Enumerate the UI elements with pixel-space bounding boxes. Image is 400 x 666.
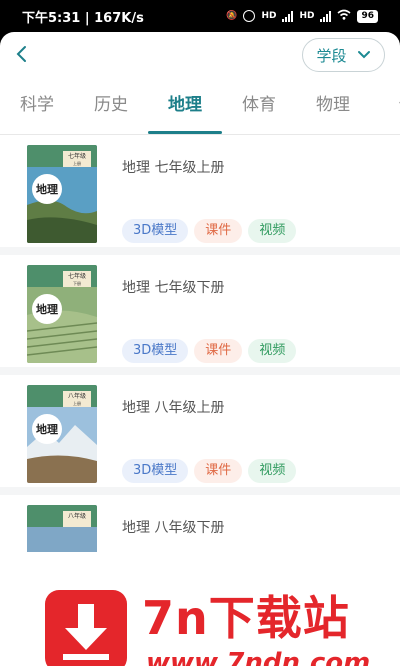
- book-title: 地理 八年级下册: [122, 520, 225, 536]
- cover-grade: 七年级: [68, 152, 86, 160]
- 3d-model-chip[interactable]: 3D模型: [122, 459, 189, 483]
- wifi-icon: [337, 9, 351, 23]
- watermark-overlay: 7n下载站 www.7ndn.com: [0, 552, 400, 666]
- battery-icon: 96: [357, 9, 378, 23]
- cover-subject: 地理: [36, 302, 58, 316]
- tab-geography[interactable]: 地理: [148, 92, 222, 134]
- video-chip[interactable]: 视频: [248, 219, 297, 243]
- tab-science[interactable]: 科学: [0, 92, 74, 134]
- back-icon[interactable]: [10, 42, 34, 66]
- status-time-speed: 下午5:31 | 167K/s: [22, 10, 144, 26]
- tab-pe[interactable]: 体育: [222, 92, 296, 134]
- signal-icon-2: [320, 10, 332, 22]
- subject-tabs: 科学 历史 地理 体育 物理 化: [0, 92, 400, 134]
- book-title: 地理 八年级上册: [122, 400, 225, 416]
- hd-label-2: HD: [299, 11, 315, 21]
- status-bar: 下午5:31 | 167K/s 🔕 HD HD 96: [0, 0, 400, 32]
- book-title: 地理 七年级下册: [122, 280, 225, 296]
- app-screen: 学段 科学 历史 地理 体育 物理 化 七年级 上册: [0, 32, 400, 666]
- list-item[interactable]: 八年级 上册 地理 地理 八年级上册 3D模型 课件 视频: [0, 375, 400, 495]
- cover-grade: 八年级: [68, 392, 86, 400]
- cover-grade: 八年级: [68, 512, 86, 520]
- book-cover: 七年级 下册 地理: [27, 265, 97, 363]
- book-cover: 八年级 上册 地理: [27, 385, 97, 483]
- cover-volume: 上册: [73, 400, 81, 406]
- cover-subject: 地理: [36, 422, 58, 436]
- tab-chemistry[interactable]: 化: [370, 92, 400, 134]
- hd-label-1: HD: [261, 11, 277, 21]
- header: 学段: [0, 32, 400, 82]
- 3d-model-chip[interactable]: 3D模型: [122, 339, 189, 363]
- courseware-chip[interactable]: 课件: [194, 339, 243, 363]
- list-item[interactable]: 七年级 上册 地理 地理 七年级上册 3D模型 课件 视频: [0, 135, 400, 255]
- chevron-down-icon: [357, 51, 370, 59]
- resource-chips: 3D模型 课件 视频: [122, 219, 297, 243]
- book-cover: 七年级 上册 地理: [27, 145, 97, 243]
- mute-icon: 🔕: [226, 11, 238, 21]
- watermark-url: www.7ndn.com: [146, 648, 371, 666]
- list-item[interactable]: 七年级 下册 地理 地理 七年级下册 3D模型 课件 视频: [0, 255, 400, 375]
- courseware-chip[interactable]: 课件: [194, 459, 243, 483]
- video-chip[interactable]: 视频: [248, 339, 297, 363]
- alarm-icon: [243, 10, 256, 22]
- courseware-chip[interactable]: 课件: [194, 219, 243, 243]
- book-list: 七年级 上册 地理 地理 七年级上册 3D模型 课件 视频 七年级 下册 地理 …: [0, 135, 400, 615]
- stage-select-label: 学段: [316, 46, 347, 65]
- status-icons: 🔕 HD HD 96: [226, 9, 378, 23]
- cover-grade: 七年级: [68, 272, 86, 280]
- download-logo-icon: [45, 590, 127, 666]
- resource-chips: 3D模型 课件 视频: [122, 459, 297, 483]
- stage-select-button[interactable]: 学段: [302, 38, 385, 72]
- resource-chips: 3D模型 课件 视频: [122, 339, 297, 363]
- book-title: 地理 七年级上册: [122, 160, 225, 176]
- cover-subject: 地理: [36, 182, 58, 196]
- cover-volume: 上册: [73, 160, 81, 166]
- cover-volume: 下册: [73, 281, 81, 286]
- tab-physics[interactable]: 物理: [296, 92, 370, 134]
- signal-icon-1: [282, 10, 294, 22]
- tab-history[interactable]: 历史: [74, 92, 148, 134]
- watermark-title: 7n下载站: [142, 591, 350, 645]
- 3d-model-chip[interactable]: 3D模型: [122, 219, 189, 243]
- video-chip[interactable]: 视频: [248, 459, 297, 483]
